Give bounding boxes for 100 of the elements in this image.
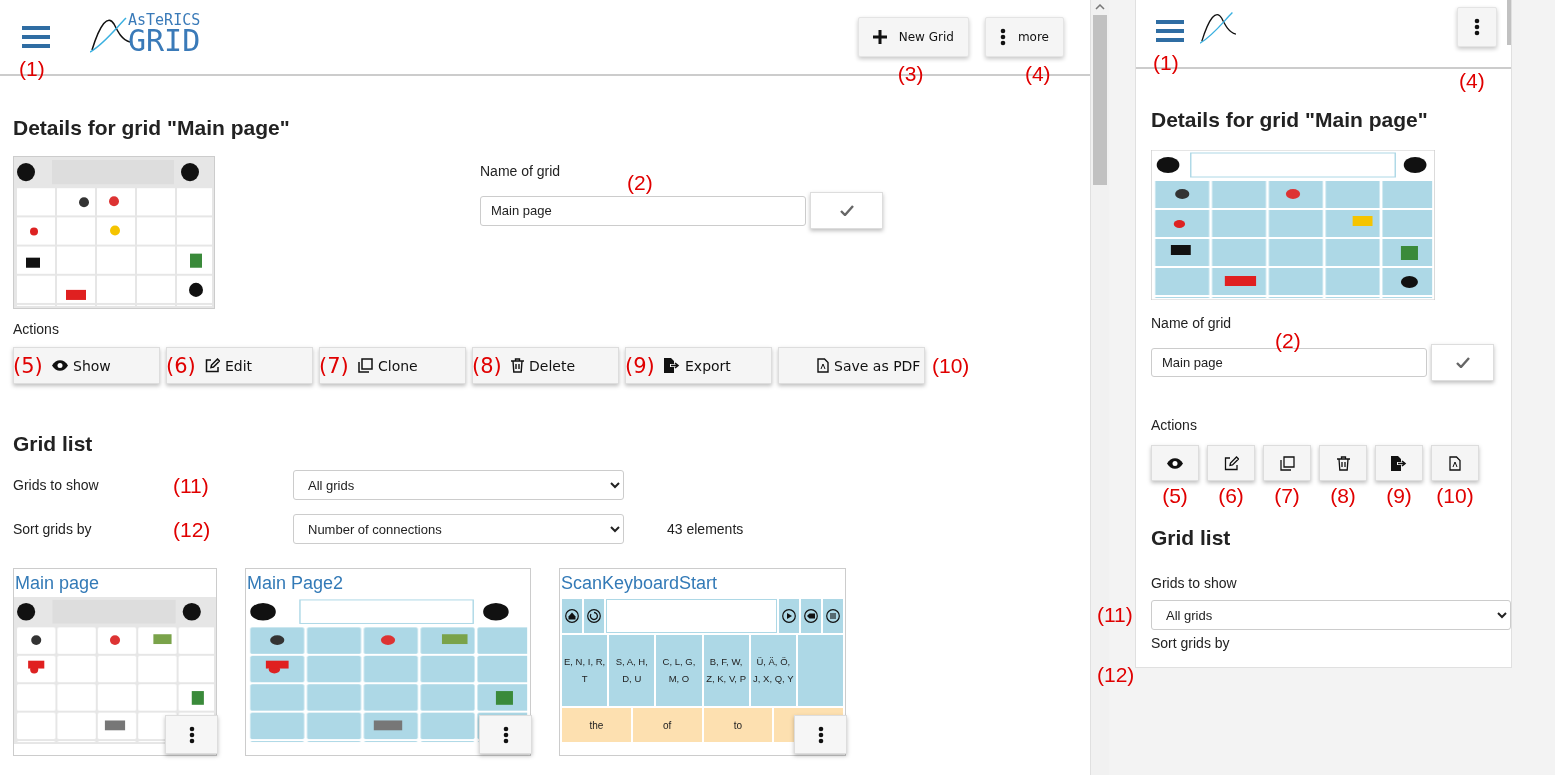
new-grid-button[interactable]: New Grid	[857, 17, 969, 57]
element-count: 43 elements	[667, 521, 744, 537]
annotation-number: (5)	[13, 356, 43, 377]
pdf-file-icon	[1449, 455, 1461, 471]
letter-group-key: C, L, G, M, O	[656, 635, 702, 706]
clone-icon	[358, 358, 373, 373]
logo-icon	[90, 14, 130, 54]
backspace-icon	[804, 609, 818, 623]
export-button[interactable]	[1375, 445, 1423, 481]
plus-icon	[872, 30, 887, 44]
menu-icon	[22, 26, 50, 48]
export-icon	[1391, 455, 1407, 471]
grid-card[interactable]: Main page	[13, 568, 217, 756]
annotation-number: (9)	[1386, 485, 1412, 506]
logo-text: AsTeRICS	[128, 13, 201, 27]
annotation-number: (7)	[319, 356, 349, 377]
eye-icon	[1167, 457, 1183, 469]
word-key: of	[632, 708, 702, 742]
clone-button[interactable]: (7) Clone	[319, 347, 466, 384]
card-menu-button[interactable]	[794, 715, 847, 754]
card-menu-button[interactable]	[165, 715, 218, 754]
annotation-number: (10)	[1436, 485, 1474, 506]
grid-name-input[interactable]: Main page	[480, 195, 806, 226]
sort-select[interactable]: Number of connections	[293, 514, 624, 544]
dots-icon	[188, 725, 195, 744]
annotation-number: (11)	[173, 474, 210, 496]
grid-card[interactable]: ScanKeyboardStart E, N, I, R, T S, A, H, D, U C, L, G, M, O B, F, W, Z, K, V, P Ü, Ä, Ö, J, X, Q, Y the of to	[559, 568, 846, 756]
annotation-number: (6)	[166, 356, 196, 377]
undo-icon	[587, 609, 601, 623]
filter-label: Sort grids by	[13, 521, 93, 537]
edit-icon	[205, 358, 220, 373]
letter-group-key: Ü, Ä, Ö, J, X, Q, Y	[750, 635, 796, 706]
filter-label: Sort grids by	[1151, 635, 1230, 651]
scrollbar-thumb[interactable]	[1507, 0, 1511, 45]
scrollbar-thumb[interactable]	[1093, 15, 1107, 185]
menu-icon	[1156, 19, 1184, 42]
grid-card[interactable]: Main Page2	[245, 568, 531, 756]
annotation-number: (12)	[173, 518, 212, 540]
edit-button[interactable]	[1207, 445, 1255, 481]
card-menu-button[interactable]	[479, 715, 532, 754]
annotation-number: (12)	[1097, 664, 1135, 685]
grid-title-link[interactable]: Main page	[14, 569, 216, 597]
grids-filter-select[interactable]: All grids	[1151, 600, 1511, 630]
annotation-number: (8)	[472, 356, 502, 377]
annotation-number: (11)	[1097, 604, 1133, 625]
filter-label: Grids to show	[13, 477, 100, 493]
annotation-number: (4)	[1459, 69, 1485, 91]
check-icon	[1455, 357, 1470, 368]
annotation-number: (4)	[1024, 63, 1051, 84]
annotation-number: (1)	[19, 58, 45, 79]
section-label: Actions	[1151, 417, 1198, 433]
export-icon	[664, 358, 680, 373]
grid-title-link[interactable]: ScanKeyboardStart	[560, 569, 845, 597]
eye-icon	[52, 360, 68, 371]
export-button[interactable]: (9) Export	[625, 347, 772, 384]
grid-title-link[interactable]: Main Page2	[246, 569, 530, 597]
annotation-number: (10)	[932, 355, 970, 376]
dots-icon	[502, 725, 509, 744]
dots-icon	[999, 28, 1006, 46]
more-button[interactable]	[1457, 6, 1497, 47]
pdf-file-icon	[817, 358, 829, 373]
clone-icon	[1279, 455, 1295, 471]
delete-button[interactable]	[1319, 445, 1367, 481]
section-title: Details for grid "Main page"	[1151, 108, 1429, 132]
pdf-button[interactable]: Save as PDF	[778, 347, 925, 384]
annotation-number: (6)	[1218, 485, 1244, 506]
clone-button[interactable]	[1263, 445, 1311, 481]
show-button[interactable]	[1151, 445, 1199, 481]
section-title: Grid list	[13, 432, 94, 456]
check-icon	[839, 205, 854, 216]
annotation-number: (1)	[1153, 51, 1179, 73]
more-button[interactable]: more	[984, 17, 1064, 57]
scroll-up-icon[interactable]	[1095, 4, 1105, 10]
logo-text: GRID	[128, 27, 201, 55]
show-button[interactable]: (5) Show	[13, 347, 160, 384]
annotation-number: (8)	[1330, 485, 1356, 506]
letter-group-key: E, N, I, R, T	[562, 635, 608, 706]
field-label: Name of grid	[480, 163, 561, 179]
edit-icon	[1223, 455, 1239, 471]
dots-icon	[1474, 17, 1480, 36]
play-icon	[782, 609, 796, 623]
section-title: Details for grid "Main page"	[13, 116, 291, 140]
section-title: Grid list	[1151, 526, 1232, 550]
word-key: to	[703, 708, 773, 742]
pdf-button[interactable]	[1431, 445, 1479, 481]
edit-button[interactable]: (6) Edit	[166, 347, 313, 384]
annotation-number: (9)	[625, 356, 655, 377]
annotation-number: (5)	[1162, 485, 1188, 506]
grids-filter-select[interactable]: All grids	[293, 470, 624, 500]
letter-group-key: B, F, W, Z, K, V, P	[703, 635, 749, 706]
trash-icon	[826, 609, 840, 623]
field-label: Name of grid	[1151, 315, 1232, 331]
dots-icon	[817, 725, 824, 744]
annotation-number: (7)	[1274, 485, 1300, 506]
delete-button[interactable]: (8) Delete	[472, 347, 619, 384]
trash-icon	[511, 358, 524, 373]
letter-group-key: S, A, H, D, U	[609, 635, 655, 706]
filter-label: Grids to show	[1151, 575, 1237, 591]
annotation-number: (2)	[1275, 330, 1301, 351]
word-key: the	[562, 708, 631, 742]
